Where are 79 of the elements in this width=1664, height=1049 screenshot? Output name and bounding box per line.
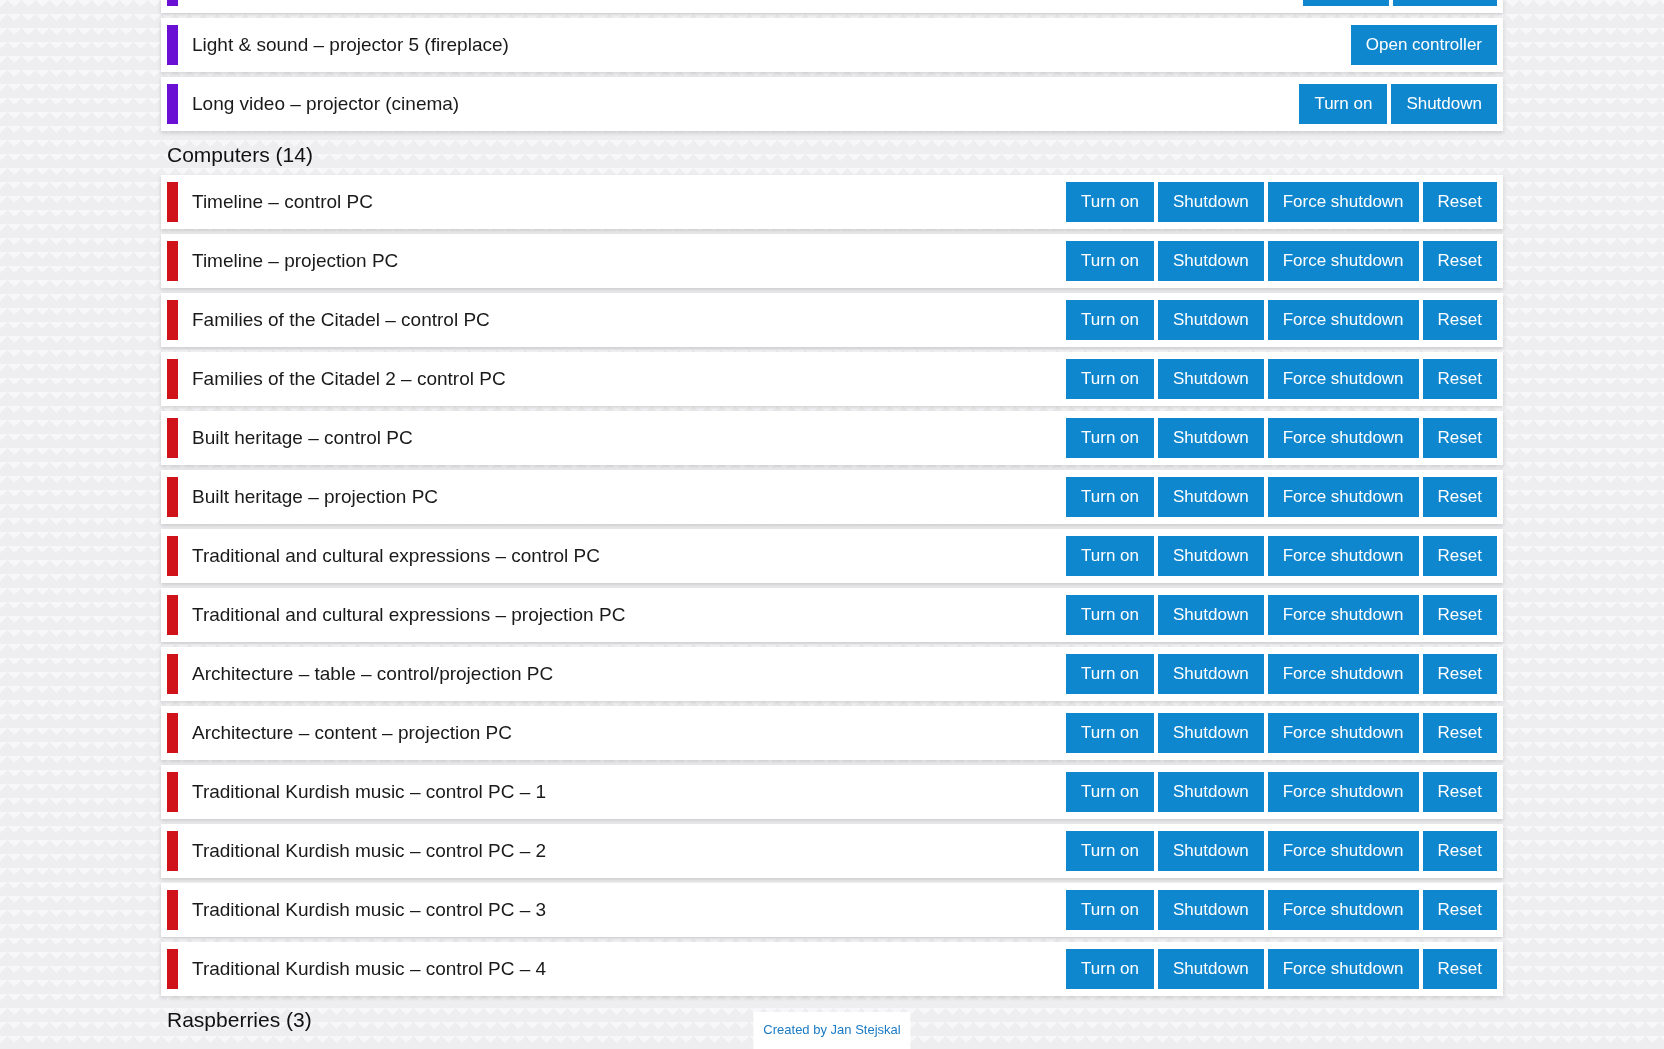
action-button[interactable]: Turn on	[1066, 595, 1154, 635]
action-button[interactable]: Shutdown	[1158, 477, 1264, 517]
action-button[interactable]: Shutdown	[1158, 772, 1264, 812]
action-button[interactable]: Shutdown	[1158, 418, 1264, 458]
action-button[interactable]: Turn on	[1299, 84, 1388, 124]
action-button[interactable]: Reset	[1422, 890, 1497, 930]
action-button[interactable]: Shutdown	[1158, 654, 1264, 694]
device-name: Families of the Citadel – control PC	[192, 309, 490, 331]
action-button[interactable]: Shutdown	[1158, 182, 1264, 222]
action-button[interactable]: Turn on	[1066, 654, 1154, 694]
device-name: Traditional Kurdish music – control PC – 4	[192, 958, 547, 980]
action-button[interactable]: Turn on	[1066, 182, 1154, 222]
action-button[interactable]: Reset	[1422, 595, 1497, 635]
action-button[interactable]: Force shutdown	[1267, 949, 1419, 989]
action-button[interactable]: Shutdown	[1158, 890, 1264, 930]
action-button[interactable]: Reset	[1422, 477, 1497, 517]
action-button[interactable]: Reset	[1422, 241, 1497, 281]
section-heading: Raspberries (3)	[167, 1008, 312, 1032]
action-button[interactable]: Force shutdown	[1267, 182, 1419, 222]
action-button[interactable]: Turn on	[1066, 418, 1154, 458]
device-name: Timeline – control PC	[192, 191, 373, 213]
action-button[interactable]: Turn on	[1066, 713, 1154, 753]
action-button[interactable]: Force shutdown	[1267, 241, 1419, 281]
action-button[interactable]: Reset	[1422, 654, 1497, 694]
device-name: Traditional Kurdish music – control PC – 3	[192, 899, 547, 921]
action-button[interactable]: Turn on	[1066, 890, 1154, 930]
device-name: Traditional Kurdish music – control PC – 1	[192, 781, 547, 803]
action-button[interactable]: Force shutdown	[1267, 654, 1419, 694]
action-button[interactable]: Turn on	[1066, 536, 1154, 576]
device-name: Families of the Citadel 2 – control PC	[192, 368, 506, 390]
action-button[interactable]: Force shutdown	[1267, 359, 1419, 399]
device-name: Architecture – content – projection PC	[192, 722, 512, 744]
author-link[interactable]: Jan Stejskal	[830, 1022, 901, 1037]
action-button[interactable]: Force shutdown	[1267, 595, 1419, 635]
section-heading: Computers (14)	[167, 143, 313, 167]
device-name: Traditional and cultural expressions – control PC	[192, 545, 600, 567]
action-button[interactable]: Turn on	[1066, 772, 1154, 812]
action-button[interactable]: Reset	[1422, 949, 1497, 989]
action-button[interactable]: Force shutdown	[1267, 713, 1419, 753]
action-button[interactable]: Turn on	[1066, 241, 1154, 281]
action-button[interactable]: Force shutdown	[1267, 890, 1419, 930]
action-button[interactable]: Force shutdown	[1267, 300, 1419, 340]
action-button[interactable]: Turn on	[1066, 300, 1154, 340]
device-name: Architecture – table – control/projection PC	[192, 663, 554, 685]
device-name: Built heritage – control PC	[192, 427, 413, 449]
action-button[interactable]: Force shutdown	[1267, 477, 1419, 517]
device-name: Light & sound – projector 5 (fireplace)	[192, 34, 509, 56]
action-button[interactable]: Reset	[1422, 713, 1497, 753]
action-button[interactable]: Reset	[1422, 831, 1497, 871]
action-button[interactable]: Reset	[1422, 418, 1497, 458]
action-button[interactable]: Shutdown	[1158, 595, 1264, 635]
device-name: Built heritage – projection PC	[192, 486, 439, 508]
action-button[interactable]: Turn on	[1066, 477, 1154, 517]
action-button[interactable]: Shutdown	[1391, 84, 1497, 124]
action-button[interactable]: Turn on	[1066, 949, 1154, 989]
action-button[interactable]: Shutdown	[1158, 241, 1264, 281]
action-button[interactable]: Shutdown	[1158, 359, 1264, 399]
action-button[interactable]: Reset	[1422, 536, 1497, 576]
action-button[interactable]: Force shutdown	[1267, 831, 1419, 871]
device-name: Traditional and cultural expressions – projection PC	[192, 604, 626, 626]
action-button[interactable]: Shutdown	[1158, 949, 1264, 989]
action-button[interactable]: Shutdown	[1158, 536, 1264, 576]
device-name: Timeline – projection PC	[192, 250, 399, 272]
action-button[interactable]: Turn on	[1066, 359, 1154, 399]
action-button[interactable]: Force shutdown	[1267, 536, 1419, 576]
action-button[interactable]: Shutdown	[1158, 713, 1264, 753]
device-name: Traditional Kurdish music – control PC – 2	[192, 840, 547, 862]
action-button[interactable]: Shutdown	[1158, 300, 1264, 340]
action-button[interactable]: Reset	[1422, 182, 1497, 222]
action-button[interactable]: Force shutdown	[1267, 772, 1419, 812]
action-button[interactable]: Force shutdown	[1267, 418, 1419, 458]
action-button[interactable]: Shutdown	[1158, 831, 1264, 871]
action-button[interactable]: Reset	[1422, 300, 1497, 340]
action-button[interactable]: Reset	[1422, 772, 1497, 812]
action-button[interactable]: Turn on	[1066, 831, 1154, 871]
action-button[interactable]: Open controller	[1350, 25, 1497, 65]
device-name: Long video – projector (cinema)	[192, 93, 460, 115]
action-button[interactable]: Reset	[1422, 359, 1497, 399]
credit-text: Created by	[763, 1022, 828, 1037]
